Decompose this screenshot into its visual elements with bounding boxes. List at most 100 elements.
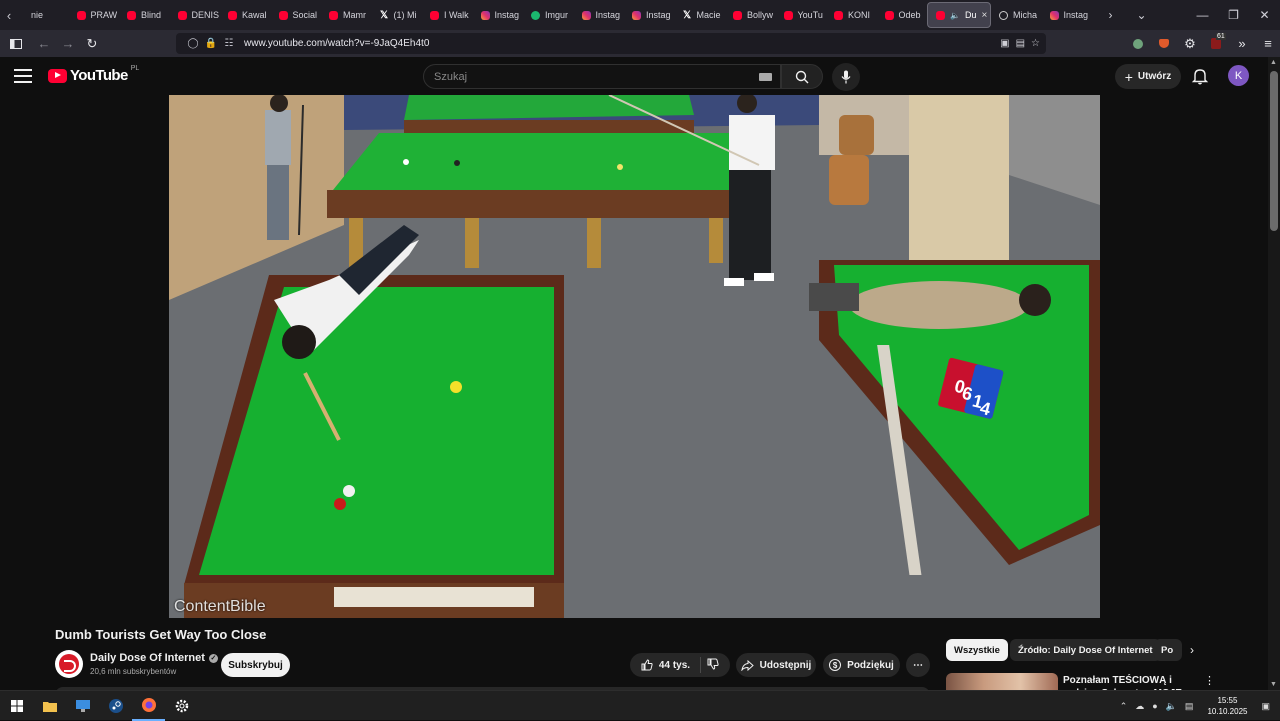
list-all-tabs-icon[interactable]: ⌄ — [1126, 0, 1157, 30]
instagram-icon — [581, 10, 591, 20]
reader-view-icon[interactable]: ▤ — [1016, 38, 1025, 49]
recommendation-thumbnail[interactable] — [946, 673, 1058, 690]
tab-after-1[interactable]: Instag — [1042, 2, 1093, 28]
tab-1[interactable]: PRAW — [69, 2, 120, 28]
tab-17[interactable]: Odeb — [877, 2, 928, 28]
tab-3[interactable]: DENIS — [170, 2, 221, 28]
tab-label: I Walk — [444, 10, 469, 20]
thumbs-up-icon — [641, 659, 653, 671]
restore-icon[interactable]: ❐ — [1218, 0, 1249, 30]
channel-name-link[interactable]: Daily Dose Of Internet ✓ — [90, 652, 218, 664]
recommendation-menu-icon[interactable]: ⋮ — [1204, 674, 1215, 687]
taskbar-clock[interactable]: 15:55 10.10.2025 — [1207, 695, 1247, 717]
tab-14[interactable]: Bollyw — [725, 2, 776, 28]
tab-8[interactable]: I Walk — [422, 2, 473, 28]
overflow-chevron-icon[interactable]: » — [1230, 32, 1254, 56]
vpn-extension-icon[interactable] — [1126, 32, 1150, 56]
scroll-down-icon[interactable]: ▼ — [1270, 681, 1277, 688]
volume-icon[interactable]: 🔈 — [1166, 701, 1177, 712]
thanks-button[interactable]: $ Podziękuj — [823, 653, 900, 677]
browser-toolbar: ← → ↻ ◯ 🔒 ☷ www.youtube.com/watch?v=-9Ja… — [0, 30, 1280, 57]
permissions-icon[interactable]: ☷ — [220, 38, 238, 49]
share-button[interactable]: Udostępnij — [736, 653, 816, 677]
tab-9[interactable]: Instag — [473, 2, 524, 28]
bookmark-star-icon[interactable]: ☆ — [1031, 38, 1040, 49]
app-menu-icon[interactable]: ≡ — [1256, 32, 1280, 56]
settings-gear-icon[interactable] — [165, 691, 198, 721]
fox-extension-icon[interactable] — [1152, 32, 1176, 56]
tab-active[interactable]: 🔈 Du × — [927, 2, 991, 28]
tab-0[interactable]: nie — [18, 2, 69, 28]
recommendation-title[interactable]: Poznałam TEŚCIOWĄ i rodzinę Sylwestra. M… — [1063, 674, 1198, 690]
speaker-icon[interactable]: 🔈 — [950, 11, 960, 20]
guide-menu-icon[interactable] — [14, 69, 32, 83]
ublock-extension-icon[interactable]: 61 — [1204, 32, 1228, 56]
chips-next-icon[interactable]: › — [1190, 643, 1194, 657]
sidebar-toggle-icon[interactable] — [4, 32, 28, 56]
tab-10[interactable]: Imgur — [523, 2, 574, 28]
firefox-icon[interactable] — [132, 691, 165, 721]
search-input[interactable]: Szukaj — [423, 64, 781, 89]
channel-avatar[interactable] — [55, 650, 83, 678]
tab-label: PRAW — [90, 10, 118, 20]
tab-after-0[interactable]: Micha — [991, 2, 1042, 28]
notifications-bell-icon[interactable] — [1190, 66, 1210, 86]
video-watermark: ContentBible — [174, 598, 266, 615]
youtube-logo[interactable]: YouTube PL — [48, 65, 139, 84]
lock-icon[interactable]: 🔒 — [202, 38, 220, 49]
tab-6[interactable]: Mamr — [321, 2, 372, 28]
tab-11[interactable]: Instag — [574, 2, 625, 28]
create-button[interactable]: + Utwórz — [1115, 64, 1181, 89]
tray-expand-icon[interactable]: ⌃ — [1120, 701, 1128, 712]
tab-scroll-left-icon[interactable]: ‹ — [0, 0, 18, 30]
video-player[interactable]: 0 6 1 4 ContentBible — [169, 95, 1100, 618]
tab-16[interactable]: KONI — [826, 2, 877, 28]
account-avatar[interactable]: K — [1228, 65, 1249, 86]
chip-all[interactable]: Wszystkie — [946, 639, 1008, 661]
scroll-up-icon[interactable]: ▲ — [1270, 59, 1277, 66]
tab-5[interactable]: Social — [271, 2, 322, 28]
reload-icon[interactable]: ↻ — [80, 32, 104, 56]
file-explorer-icon[interactable] — [33, 691, 66, 721]
search-button[interactable] — [781, 64, 823, 89]
tab-2[interactable]: Blind — [119, 2, 170, 28]
back-icon[interactable]: ← — [32, 32, 56, 56]
windows-start-icon[interactable] — [0, 691, 33, 721]
voice-search-button[interactable] — [832, 63, 860, 91]
tab-label: Instag — [1063, 10, 1089, 20]
tab-scroll-right-icon[interactable]: › — [1095, 0, 1126, 30]
chip-partial[interactable]: Po — [1154, 639, 1182, 661]
address-bar[interactable]: ◯ 🔒 ☷ www.youtube.com/watch?v=-9JaQ4Eh4t… — [176, 33, 1046, 54]
tab-label: DENIS — [191, 10, 220, 20]
dislike-button[interactable] — [707, 658, 719, 673]
tab-15[interactable]: YouTu — [776, 2, 827, 28]
network-icon[interactable]: ▤ — [1185, 701, 1194, 712]
extensions-puzzle-icon[interactable]: ⚙ — [1178, 32, 1202, 56]
microphone-tray-icon[interactable]: ● — [1152, 701, 1157, 711]
close-window-icon[interactable]: ✕ — [1249, 0, 1280, 30]
shield-icon[interactable]: ◯ — [184, 38, 202, 49]
youtube-icon — [127, 10, 136, 20]
tab-close-icon[interactable]: × — [981, 10, 987, 21]
tab-label: (1) Mi — [393, 10, 417, 20]
more-actions-icon[interactable]: ⋯ — [906, 653, 930, 677]
this-pc-icon[interactable] — [66, 691, 99, 721]
tab-13[interactable]: 𝕏 Macie — [675, 2, 726, 28]
steam-icon[interactable] — [99, 691, 132, 721]
forward-icon[interactable]: → — [56, 32, 80, 56]
keyboard-icon[interactable] — [759, 73, 772, 81]
tab-4[interactable]: Kawal — [220, 2, 271, 28]
url-text[interactable]: www.youtube.com/watch?v=-9JaQ4Eh4t0 — [244, 38, 429, 49]
notifications-icon[interactable]: ▣ — [1261, 701, 1270, 712]
page-scrollbar[interactable]: ▲ ▼ — [1268, 57, 1280, 690]
scrollbar-thumb[interactable] — [1270, 71, 1278, 231]
onedrive-cloud-icon[interactable]: ☁ — [1135, 701, 1144, 712]
picture-in-picture-icon[interactable]: ▣ — [1000, 38, 1009, 49]
like-button[interactable]: 44 tys. — [641, 657, 702, 673]
chip-source-channel[interactable]: Źródło: Daily Dose Of Internet — [1010, 639, 1161, 661]
minimize-icon[interactable]: — — [1187, 0, 1218, 30]
channel-name: Daily Dose Of Internet — [90, 652, 205, 664]
tab-12[interactable]: Instag — [624, 2, 675, 28]
subscribe-button[interactable]: Subskrybuj — [221, 653, 290, 677]
tab-7[interactable]: 𝕏 (1) Mi — [372, 2, 423, 28]
